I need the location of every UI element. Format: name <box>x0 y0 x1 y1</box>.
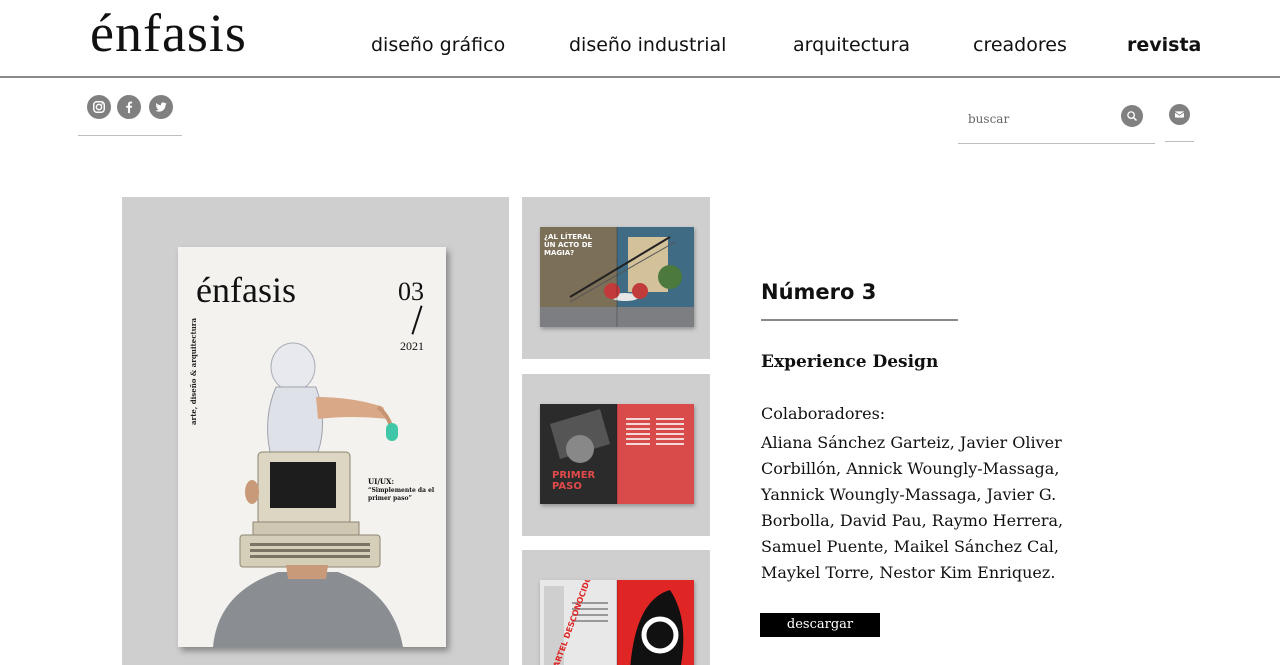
thumbnail-spread-3[interactable]: CARTEL DESCONOCIDO <box>522 550 710 665</box>
spread-image: PRIMER PASO <box>540 404 694 504</box>
download-button[interactable]: descargar <box>760 613 880 637</box>
instagram-icon[interactable] <box>87 95 111 119</box>
nav-item-arquitectura[interactable]: arquitectura <box>793 34 910 56</box>
cover-uiux-heading: UI/UX: <box>368 477 395 486</box>
magazine-cover[interactable]: énfasis 03 2021 arte, diseño & arquitect… <box>178 247 446 647</box>
newsletter-box <box>1165 102 1194 142</box>
collaborators-label: Colaboradores: <box>761 404 886 423</box>
social-links <box>78 92 182 136</box>
search-icon[interactable] <box>1121 105 1143 127</box>
nav-item-diseno-industrial[interactable]: diseño industrial <box>569 34 726 56</box>
main-nav: diseño gráfico diseño industrial arquite… <box>0 34 1280 64</box>
magazine-cover-panel[interactable]: énfasis 03 2021 arte, diseño & arquitect… <box>122 197 509 665</box>
spread-headline: PRIMER PASO <box>552 470 596 492</box>
spread-image: CARTEL DESCONOCIDO <box>540 580 694 665</box>
issue-title: Número 3 <box>761 280 877 304</box>
mail-icon[interactable] <box>1169 104 1190 125</box>
spread-headline: ¿AL LÍTERAL UN ACTO DE MAGIA? <box>544 233 593 257</box>
cover-quote: “Simplemente da el primer paso” <box>368 487 435 502</box>
cover-illustration <box>213 342 403 647</box>
nav-item-creadores[interactable]: creadores <box>973 34 1067 56</box>
nav-item-diseno-grafico[interactable]: diseño gráfico <box>371 34 505 56</box>
spread-image: ¿AL LÍTERAL UN ACTO DE MAGIA? <box>540 227 694 327</box>
twitter-icon[interactable] <box>149 95 173 119</box>
search-input[interactable] <box>968 109 1118 129</box>
site-header: énfasis diseño gráfico diseño industrial… <box>0 0 1280 78</box>
issue-subtitle: Experience Design <box>761 352 939 372</box>
thumbnail-spread-2[interactable]: PRIMER PASO <box>522 374 710 536</box>
thumbnail-spread-1[interactable]: ¿AL LÍTERAL UN ACTO DE MAGIA? <box>522 197 710 359</box>
search-box <box>958 102 1155 144</box>
facebook-icon[interactable] <box>117 95 141 119</box>
nav-item-revista[interactable]: revista <box>1127 34 1201 56</box>
collaborators-list: Aliana Sánchez Garteiz, Javier Oliver Co… <box>761 433 1064 582</box>
title-divider <box>761 319 958 321</box>
